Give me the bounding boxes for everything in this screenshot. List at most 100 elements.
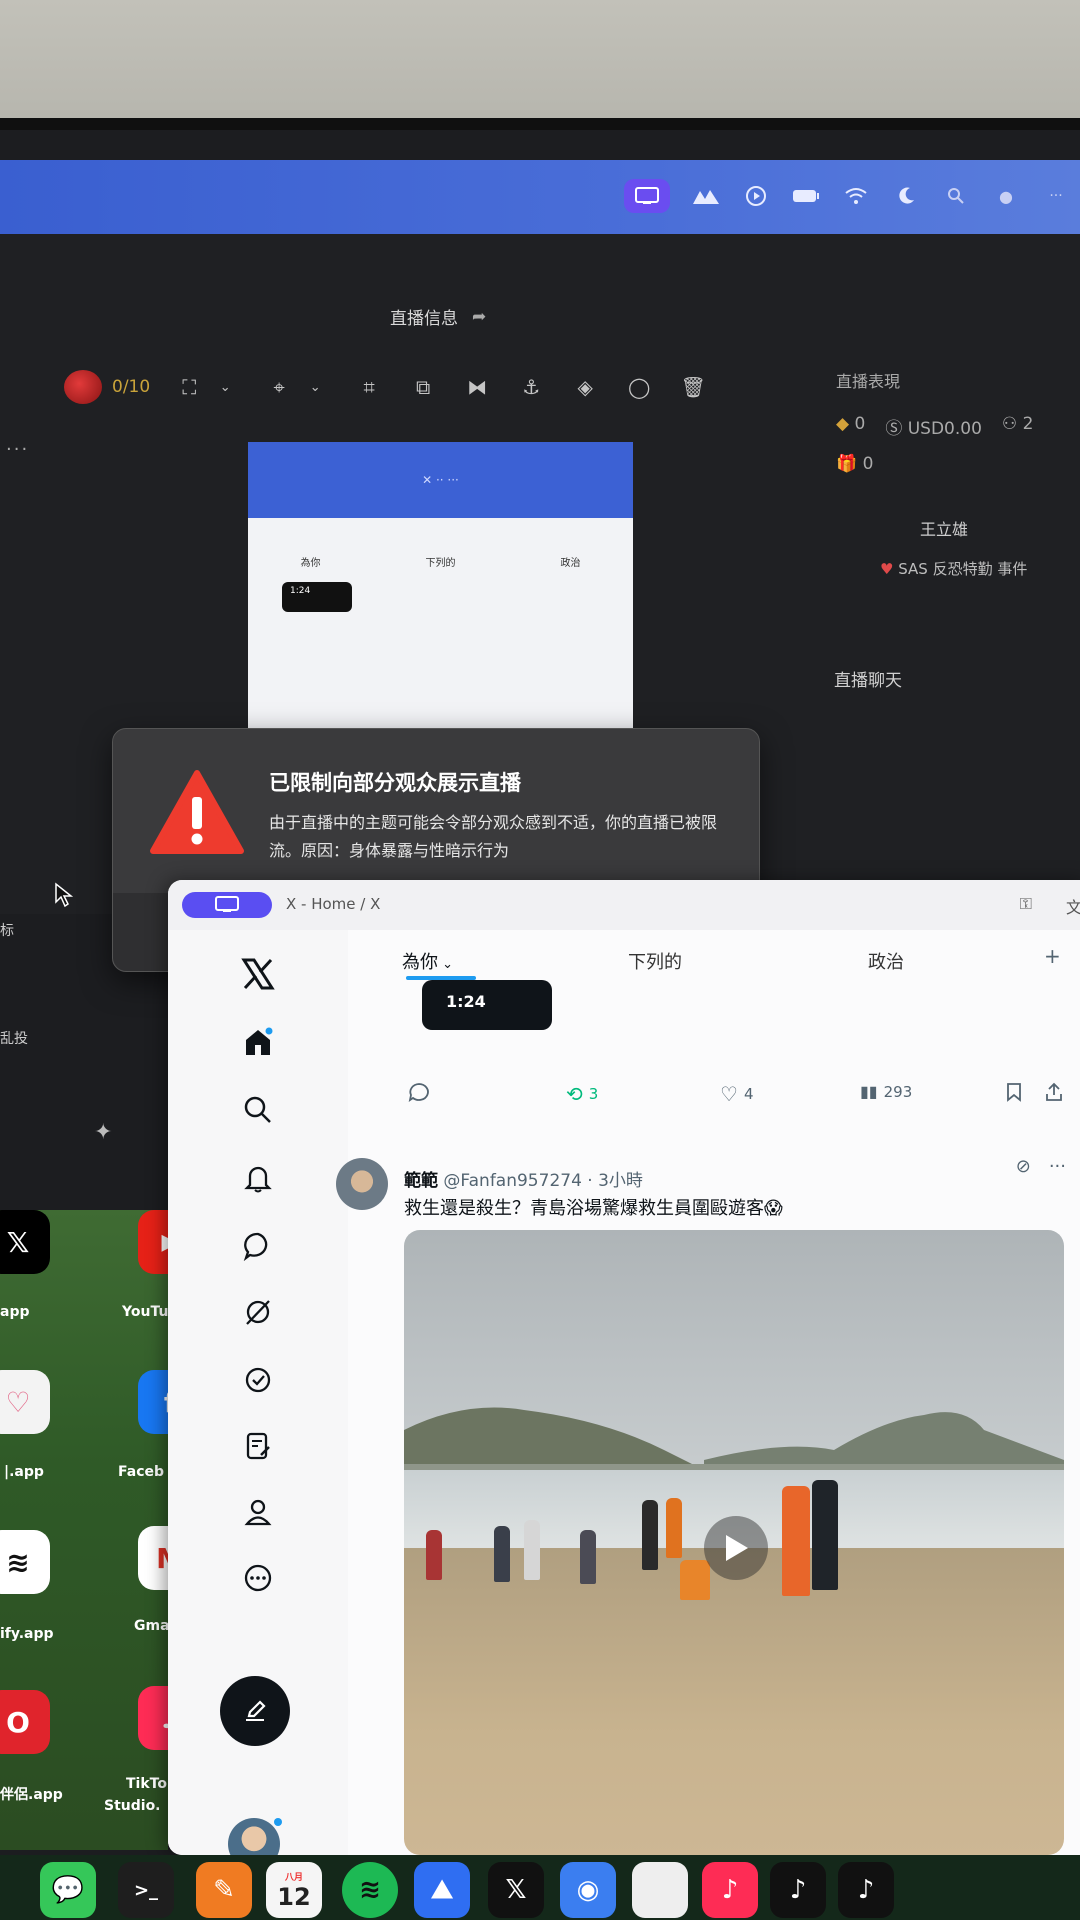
live-studio-menubar-icon[interactable] (624, 179, 670, 213)
app-label: Studio. (104, 1798, 161, 1814)
anchor-icon[interactable]: ⚓ (516, 372, 546, 402)
share-icon[interactable]: ➦ (472, 307, 486, 327)
titlebar-icons: ⚿ 文 (1020, 894, 1080, 918)
video-duration-pill: 1:24 (422, 980, 552, 1030)
tweet-text: 救生還是殺生？青島浴場驚爆救生員圍毆遊客😱 (404, 1198, 783, 1219)
flip-icon[interactable]: ⧓ (462, 372, 492, 402)
pages-dock-icon[interactable]: ✎ (196, 1862, 252, 1918)
tab-for-you[interactable]: 為你 ⌄ (402, 948, 453, 974)
key-icon[interactable]: ⚿ (1020, 894, 1032, 918)
x-dock-icon[interactable]: 𝕏 (488, 1862, 544, 1918)
views-button[interactable]: ▮▮ 293 (860, 1082, 912, 1101)
play-circle-icon[interactable] (742, 184, 770, 208)
tweet-author-name[interactable]: 範範 (404, 1171, 438, 1191)
tweet-author-avatar[interactable] (336, 1158, 388, 1210)
desktop-wallpaper-strip: 𝕏 app ▶ YouTu ♡ |.app f Faceb ≋ ify.app … (0, 1210, 202, 1850)
app-label: ify.app (0, 1626, 54, 1642)
crosshair-icon[interactable]: ⌖ (264, 372, 294, 402)
app-label: TikTo (126, 1776, 167, 1792)
profile-icon[interactable] (240, 1494, 276, 1530)
opera-app-icon[interactable]: O (0, 1690, 50, 1754)
retweet-count: 3 (588, 1085, 599, 1103)
obs-dock-icon[interactable]: ◉ (560, 1862, 616, 1918)
tweet-video[interactable] (404, 1230, 1064, 1855)
search-icon[interactable] (240, 1092, 276, 1128)
warning-icon (149, 769, 245, 859)
spotify-dock-icon[interactable]: ≋ (342, 1862, 398, 1918)
chevron-down-icon[interactable]: ⌄ (210, 372, 240, 402)
wifi-icon[interactable] (842, 184, 870, 208)
bookmark-button[interactable] (1006, 1082, 1022, 1102)
messages-dock-icon[interactable]: 💬 (40, 1862, 96, 1918)
calendar-dock-icon[interactable]: 八月 12 (266, 1862, 322, 1918)
live-chat-heading: 直播聊天 (834, 671, 902, 691)
battery-icon[interactable] (792, 184, 820, 208)
notifications-bell-icon[interactable] (240, 1160, 276, 1196)
share-button[interactable] (1044, 1082, 1064, 1102)
tiktok-dock-icon[interactable]: ♪ (770, 1862, 826, 1918)
like-button[interactable]: ♡ 4 (720, 1082, 753, 1106)
crop-icon[interactable]: ⌗ (354, 372, 384, 402)
circle-icon[interactable]: ◯ (624, 372, 654, 402)
more-icon[interactable]: ··· (1049, 1156, 1066, 1177)
home-icon[interactable] (240, 1024, 276, 1060)
retweet-button[interactable]: ⟲ 3 (566, 1082, 598, 1106)
tweet-action-bar: ⟲ 3 ♡ 4 ▮▮ 293 (408, 1082, 1080, 1112)
live-studio-capture-pill[interactable] (182, 892, 272, 918)
terminal-dock-icon[interactable]: >_ (118, 1862, 174, 1918)
video-person (426, 1530, 442, 1580)
tweet-author-handle[interactable]: @Fanfan957274 (443, 1171, 581, 1191)
copy-icon[interactable]: ⧉ (408, 372, 438, 402)
diamond-icon: ◆ (836, 414, 850, 434)
mountain-dock-icon[interactable]: ⛰ (414, 1862, 470, 1918)
magic-wand-icon[interactable]: ✦ (94, 1120, 112, 1145)
preview-video-pill: 1:24 (282, 582, 352, 612)
trash-icon[interactable]: 🗑 (678, 372, 708, 402)
drafts-icon[interactable] (240, 1428, 276, 1464)
search-icon[interactable] (942, 184, 970, 208)
grok-icon[interactable] (240, 1294, 276, 1330)
live-info-label: 直播信息 (390, 309, 458, 329)
x-app-icon[interactable]: 𝕏 (0, 1210, 50, 1274)
chevron-down-icon[interactable]: ⌄ (300, 372, 330, 402)
heart-app-icon[interactable]: ♡ (0, 1370, 50, 1434)
left-label: 标 (0, 923, 14, 939)
play-icon (726, 1535, 748, 1561)
x-window-title: X - Home / X (286, 895, 381, 913)
spotify-app-icon[interactable]: ≋ (0, 1530, 50, 1594)
tab-politics[interactable]: 政治 (868, 948, 904, 974)
mountain-app-icon[interactable] (692, 184, 720, 208)
account-avatar[interactable] (228, 1818, 280, 1855)
gift-icon: 🎁 (836, 454, 858, 474)
more-options-icon[interactable] (240, 1560, 276, 1596)
verified-icon[interactable] (240, 1362, 276, 1398)
gift-stat: 🎁 0 (836, 454, 874, 474)
mac-menubar: ● ··· (0, 160, 1080, 234)
share-icon (1046, 1082, 1062, 1101)
user-icon[interactable]: ● (992, 184, 1020, 208)
moon-icon[interactable] (892, 184, 920, 208)
x-window-titlebar: X - Home / X ⚿ 文 (168, 880, 1080, 930)
tab-following[interactable]: 下列的 (628, 948, 682, 974)
avatar-notification-dot (274, 1818, 282, 1826)
like-count: 4 (743, 1085, 754, 1103)
blank-app-dock-icon[interactable] (632, 1862, 688, 1918)
x-logo-icon[interactable] (240, 956, 276, 992)
live-stats: ◆ 0 Ⓢ USD0.00 ⚇ 2 (836, 414, 1033, 439)
video-person (666, 1498, 682, 1558)
usd-stat: Ⓢ USD0.00 (885, 419, 982, 439)
video-play-button[interactable] (704, 1516, 768, 1580)
add-tab-button[interactable]: + (1044, 944, 1061, 968)
layers-icon[interactable]: ◈ (570, 372, 600, 402)
grok-icon[interactable]: ⊘ (1016, 1156, 1031, 1177)
messages-icon[interactable] (240, 1228, 276, 1264)
tiktok-live-dock-icon[interactable]: ♪ (838, 1862, 894, 1918)
fullscreen-icon[interactable]: ⛶ (174, 372, 204, 402)
video-person (680, 1560, 710, 1600)
tiktok-studio-dock-icon[interactable]: ♪ (702, 1862, 758, 1918)
more-icon[interactable]: ··· (6, 439, 29, 460)
translate-icon[interactable]: 文 (1066, 894, 1080, 918)
preview-toolbar: 0/10 ⛶ ⌄ ⌖ ⌄ ⌗ ⧉ ⧓ ⚓ ◈ ◯ 🗑 (64, 370, 708, 404)
compose-post-button[interactable] (220, 1676, 290, 1746)
reply-button[interactable] (408, 1082, 430, 1102)
